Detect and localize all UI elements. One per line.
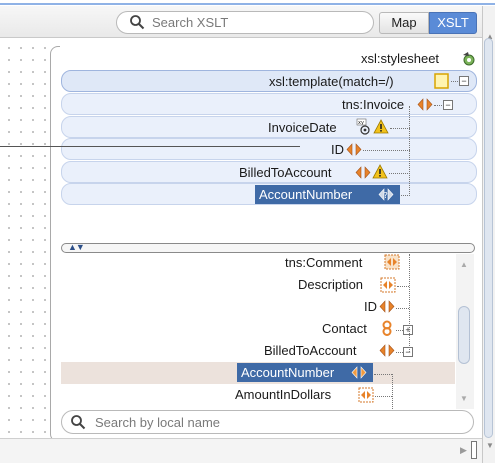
- stylesheet-icon: [463, 52, 475, 66]
- tree-row-template[interactable]: xsl:template(match=/) −: [61, 70, 477, 92]
- dotted-gutter: [0, 38, 52, 463]
- stylesheet-label: xsl:stylesheet: [361, 51, 440, 66]
- tree-row-id[interactable]: ID: [61, 138, 477, 160]
- element-diamond-icon: [351, 366, 367, 379]
- source-row-id[interactable]: ID: [61, 296, 455, 318]
- search-xslt-placeholder: Search XSLT: [152, 15, 229, 30]
- contact-label: Contact: [322, 321, 367, 336]
- invoice-label: tns:Invoice: [342, 97, 405, 112]
- collapse-template-icon[interactable]: −: [459, 76, 469, 86]
- source-tree-scrollbar[interactable]: ▲ ▼: [456, 254, 474, 409]
- xslt-view-button[interactable]: XSLT: [429, 12, 477, 34]
- element-diamond-icon: [417, 98, 433, 111]
- source-tree: tns:Comment Description ID Contact + Bil…: [61, 254, 455, 409]
- source-row-comment[interactable]: tns:Comment: [61, 254, 455, 274]
- source-scroll-thumb[interactable]: [458, 306, 470, 364]
- element-diamond-icon: [379, 300, 395, 313]
- gutter-bracket: [50, 46, 60, 442]
- expand-contact-icon[interactable]: +: [403, 325, 413, 335]
- source-row-contact[interactable]: Contact +: [61, 318, 455, 340]
- mapping-line: [0, 146, 300, 147]
- map-view-button[interactable]: Map: [379, 12, 429, 34]
- optional-element-icon: [380, 277, 396, 293]
- amountindollars-label: AmountInDollars: [235, 387, 332, 402]
- template-icon: [434, 73, 449, 89]
- function-xy-icon: xy: [356, 118, 370, 135]
- search-icon: [71, 415, 86, 430]
- element-help-icon: ?: [378, 188, 394, 201]
- splitter-arrows-icon[interactable]: ▲▼: [68, 242, 85, 252]
- comment-label: tns:Comment: [285, 255, 363, 270]
- source-row-description[interactable]: Description: [61, 274, 455, 296]
- invoicedate-label: InvoiceDate: [268, 120, 337, 135]
- accountnumber-label: AccountNumber ?: [255, 185, 400, 204]
- warning-icon: [373, 119, 389, 134]
- horizontal-scrollbar[interactable]: ▶: [0, 438, 482, 463]
- scroll-up-icon[interactable]: ▲: [460, 260, 468, 269]
- element-diamond-icon: [346, 143, 362, 156]
- template-label: xsl:template(match=/): [269, 74, 394, 89]
- collapse-billedtoaccount-icon[interactable]: −: [403, 347, 413, 357]
- optional-element-icon: [384, 254, 400, 270]
- element-diamond-icon: [379, 344, 395, 357]
- window-top-border: [0, 3, 495, 5]
- source-row-billedtoaccount[interactable]: BilledToAccount −: [61, 340, 455, 362]
- search-local-name-field[interactable]: Search by local name: [61, 410, 474, 434]
- search-xslt-field[interactable]: Search XSLT: [116, 11, 374, 34]
- tree-row-invoice[interactable]: tns:Invoice −: [61, 93, 477, 115]
- svg-text:xy: xy: [358, 120, 364, 126]
- id-label: ID: [331, 142, 344, 157]
- tree-row-billedtoaccount[interactable]: BilledToAccount: [61, 161, 477, 183]
- source-row-amountindollars[interactable]: AmountInDollars: [61, 384, 455, 406]
- scroll-end-marker: [471, 441, 477, 459]
- complex-element-icon: [382, 320, 392, 336]
- element-diamond-icon: [355, 166, 371, 179]
- search-icon: [130, 15, 145, 30]
- search-local-name-placeholder: Search by local name: [95, 415, 221, 430]
- xslt-editor: Search XSLT Map XSLT ▲ ▼ xsl:stylesheet …: [0, 0, 495, 463]
- billedtoaccount-label: BilledToAccount: [239, 165, 332, 180]
- optional-element-icon: [358, 387, 374, 403]
- source-row-accountnumber[interactable]: AccountNumber: [61, 362, 455, 384]
- collapse-invoice-icon[interactable]: −: [443, 100, 453, 110]
- billedtoaccount-source-label: BilledToAccount: [264, 343, 357, 358]
- xslt-tree: xsl:stylesheet xsl:template(match=/) − t…: [61, 46, 480, 242]
- accountnumber-source-label: AccountNumber: [237, 363, 373, 382]
- tree-row-stylesheet[interactable]: xsl:stylesheet: [61, 48, 477, 70]
- tree-row-accountnumber[interactable]: AccountNumber ?: [61, 183, 477, 205]
- scroll-down-arrow-icon[interactable]: ▼: [486, 441, 494, 450]
- warning-icon: [372, 164, 388, 179]
- scroll-down-icon[interactable]: ▼: [460, 394, 468, 403]
- tree-row-invoicedate[interactable]: InvoiceDate xy: [61, 116, 477, 138]
- scroll-right-arrow-icon[interactable]: ▶: [460, 445, 467, 456]
- panel-splitter[interactable]: ▲▼: [61, 242, 475, 253]
- id-source-label: ID: [364, 299, 377, 314]
- vertical-scroll-thumb[interactable]: [484, 38, 493, 438]
- description-label: Description: [298, 277, 364, 292]
- svg-text:?: ?: [384, 191, 388, 200]
